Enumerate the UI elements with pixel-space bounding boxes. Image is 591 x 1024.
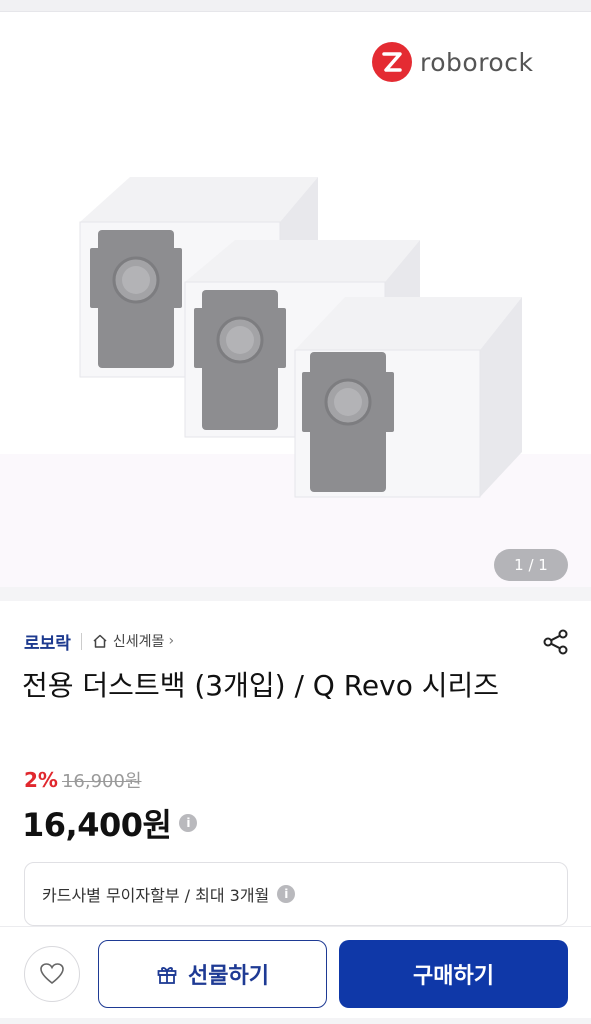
sale-price: 16,400원 xyxy=(22,806,172,844)
gift-button[interactable]: 선물하기 xyxy=(98,940,327,1008)
price-row: 16,400원 i xyxy=(22,800,198,846)
original-price: 16,900원 xyxy=(61,771,142,792)
installment-info-box[interactable]: 카드사별 무이자할부 / 최대 3개월 i xyxy=(24,862,568,926)
gift-icon xyxy=(157,967,177,984)
product-meta: 로보락 신세계몰 › xyxy=(24,629,174,654)
product-image-carousel[interactable]: roborock 1 / 1 xyxy=(0,12,591,587)
discount-rate: 2% xyxy=(24,768,58,792)
buy-label: 구매하기 xyxy=(413,964,494,989)
bottom-edge xyxy=(0,1018,591,1024)
image-counter: 1 / 1 xyxy=(494,549,568,581)
mall-label: 신세계몰 xyxy=(112,634,165,650)
share-icon[interactable] xyxy=(542,628,570,656)
meta-divider xyxy=(80,632,82,650)
brand-link[interactable]: 로보락 xyxy=(24,629,71,654)
product-image xyxy=(79,177,522,498)
brand-logo-text: roborock xyxy=(420,47,534,77)
mall-link[interactable]: 신세계몰 › xyxy=(92,631,174,651)
discount-row: 2% 16,900원 xyxy=(24,767,142,793)
section-divider xyxy=(0,587,591,601)
roborock-logo-icon xyxy=(372,42,412,82)
gift-label: 선물하기 xyxy=(188,964,269,989)
info-icon[interactable]: i xyxy=(179,814,198,832)
home-icon xyxy=(93,634,107,648)
buy-button[interactable]: 구매하기 xyxy=(339,940,568,1008)
brand-logo: roborock xyxy=(372,42,533,82)
heart-icon xyxy=(40,963,64,985)
chevron-right-icon: › xyxy=(168,633,175,649)
info-icon[interactable]: i xyxy=(277,885,296,903)
installment-text: 카드사별 무이자할부 / 최대 3개월 xyxy=(42,886,270,905)
status-strip xyxy=(0,0,591,12)
product-title: 전용 더스트백 (3개입) / Q Revo 시리즈 xyxy=(22,669,500,702)
wishlist-button[interactable] xyxy=(24,946,80,1002)
